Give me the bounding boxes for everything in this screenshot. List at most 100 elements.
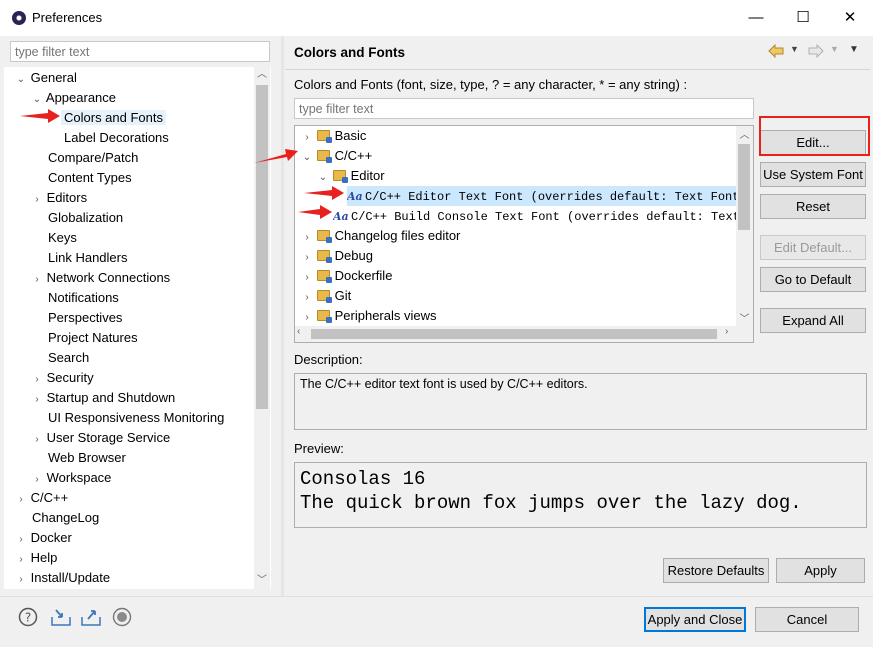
tree-item-colors-and-fonts[interactable]: Colors and Fonts [61, 108, 166, 128]
back-menu-icon[interactable]: ▼ [790, 44, 799, 54]
folder-icon [316, 130, 332, 143]
tree-item-content-types[interactable]: Content Types [48, 168, 132, 188]
chevron-right-icon[interactable]: › [301, 248, 313, 268]
edit-default-button[interactable]: Edit Default... [760, 235, 866, 260]
tree-item-changelog-editor[interactable]: › Changelog files editor [301, 226, 460, 246]
tree-item-dockerfile[interactable]: › Dockerfile [301, 266, 392, 286]
scroll-down-icon[interactable]: ﹀ [254, 573, 270, 589]
tree-item-workspace[interactable]: › Workspace [31, 468, 111, 488]
title-bar: Preferences — ☐ ✕ [0, 0, 873, 36]
tree-item-ui-responsiveness[interactable]: UI Responsiveness Monitoring [48, 408, 224, 428]
tree-item-network-connections[interactable]: › Network Connections [31, 268, 170, 288]
chevron-right-icon[interactable]: › [15, 490, 27, 510]
tree-item-globalization[interactable]: Globalization [48, 208, 123, 228]
chevron-down-icon[interactable]: ⌄ [31, 90, 43, 110]
tree-item-git[interactable]: › Git [301, 286, 351, 306]
chevron-right-icon[interactable]: › [301, 268, 313, 288]
chevron-right-icon[interactable]: › [15, 530, 27, 550]
tree-item-docker[interactable]: › Docker [15, 528, 71, 550]
chevron-right-icon[interactable]: › [301, 288, 313, 308]
tree-item-debug[interactable]: › Debug [301, 246, 373, 266]
tree-item-web-browser[interactable]: Web Browser [48, 448, 126, 468]
tree-item-startup-and-shutdown[interactable]: › Startup and Shutdown [31, 388, 175, 408]
tree-item-security[interactable]: › Security [31, 368, 93, 390]
cancel-button[interactable]: Cancel [755, 607, 859, 632]
svg-text:?: ? [25, 611, 31, 625]
chevron-right-icon[interactable]: › [15, 570, 27, 590]
scroll-up-icon[interactable]: ︿ [736, 126, 753, 141]
tree-item-appearance[interactable]: ⌄ Appearance [31, 88, 116, 108]
chevron-right-icon[interactable]: › [31, 190, 43, 210]
folder-icon [316, 270, 332, 283]
tree-item-cpp-build-console-font[interactable]: Aa C/C++ Build Console Text Font (overrid… [333, 206, 737, 226]
chevron-right-icon[interactable]: › [31, 470, 43, 490]
scroll-down-icon[interactable]: ﹀ [736, 310, 753, 325]
tree-item-compare-patch[interactable]: Compare/Patch [48, 148, 138, 168]
chevron-right-icon[interactable]: › [31, 370, 43, 390]
tree-item-peripherals-views[interactable]: › Peripherals views [301, 306, 437, 326]
chevron-right-icon[interactable]: › [31, 390, 43, 410]
folder-icon [316, 250, 332, 263]
tree-item-general[interactable]: ⌄ General [15, 68, 77, 88]
scrollbar-thumb[interactable] [738, 144, 750, 230]
eclipse-logo-icon [12, 11, 26, 25]
scrollbar-thumb[interactable] [256, 85, 268, 409]
right-tree-hscrollbar[interactable]: ‹ › [295, 326, 737, 342]
go-to-default-button[interactable]: Go to Default [760, 267, 866, 292]
tree-item-notifications[interactable]: Notifications [48, 288, 119, 308]
maximize-button[interactable]: ☐ [791, 6, 815, 30]
apply-button[interactable]: Apply [776, 558, 865, 583]
tree-item-basic[interactable]: › Basic [301, 126, 366, 146]
scroll-up-icon[interactable]: ︿ [254, 67, 270, 83]
description-label: Description: [294, 352, 363, 367]
right-filter-input[interactable] [294, 98, 754, 119]
left-filter-input[interactable] [10, 41, 270, 62]
import-icon[interactable] [50, 607, 71, 627]
tree-item-label-decorations[interactable]: Label Decorations [64, 128, 169, 148]
forward-arrow-icon[interactable] [808, 43, 824, 61]
tree-item-cpp-editor-text-font[interactable]: Aa C/C++ Editor Text Font (overrides defa… [347, 186, 737, 206]
tree-item-install-update[interactable]: › Install/Update [15, 568, 110, 588]
minimize-button[interactable]: — [744, 6, 768, 30]
scroll-right-icon[interactable]: › [725, 326, 728, 337]
chevron-right-icon[interactable]: › [31, 430, 43, 450]
tree-item-editor[interactable]: ⌄ Editor [317, 166, 385, 186]
right-tree-vscrollbar[interactable]: ︿ ﹀ [736, 126, 753, 326]
tree-item-cpp-category[interactable]: ⌄ C/C++ [301, 146, 372, 166]
export-icon[interactable] [80, 607, 101, 627]
tree-item-perspectives[interactable]: Perspectives [48, 308, 122, 328]
chevron-right-icon[interactable]: › [15, 550, 27, 570]
chevron-down-icon[interactable]: ⌄ [301, 148, 313, 168]
tree-item-help[interactable]: › Help [15, 548, 57, 568]
scrollbar-thumb[interactable] [311, 329, 717, 339]
chevron-right-icon[interactable]: › [301, 228, 313, 248]
tree-item-changelog[interactable]: ChangeLog [32, 508, 99, 528]
close-button[interactable]: ✕ [838, 6, 862, 30]
chevron-down-icon[interactable]: ⌄ [15, 70, 27, 90]
record-icon[interactable] [112, 607, 132, 627]
tree-item-editors[interactable]: › Editors [31, 188, 87, 208]
preferences-tree: ⌄ General ⌄ Appearance Colors and Fonts … [4, 67, 271, 589]
view-menu-icon[interactable]: ▼ [849, 44, 859, 55]
chevron-right-icon[interactable]: › [301, 308, 313, 328]
use-system-font-button[interactable]: Use System Font [760, 162, 866, 187]
help-icon[interactable]: ? [18, 607, 38, 627]
tree-item-keys[interactable]: Keys [48, 228, 77, 248]
back-arrow-icon[interactable] [768, 43, 784, 61]
window-title: Preferences [32, 10, 103, 25]
tree-item-user-storage[interactable]: › User Storage Service [31, 428, 170, 448]
description-box: The C/C++ editor text font is used by C/… [294, 373, 867, 430]
tree-item-project-natures[interactable]: Project Natures [48, 328, 138, 348]
tree-item-link-handlers[interactable]: Link Handlers [48, 248, 128, 268]
panel-divider[interactable] [281, 36, 284, 596]
apply-and-close-button[interactable]: Apply and Close [644, 607, 746, 632]
reset-button[interactable]: Reset [760, 194, 866, 219]
forward-menu-icon[interactable]: ▼ [830, 44, 839, 54]
restore-defaults-button[interactable]: Restore Defaults [663, 558, 769, 583]
tree-item-cpp[interactable]: › C/C++ [15, 488, 68, 508]
scroll-left-icon[interactable]: ‹ [297, 326, 300, 337]
tree-item-search[interactable]: Search [48, 348, 89, 368]
chevron-right-icon[interactable]: › [301, 128, 313, 148]
expand-all-button[interactable]: Expand All [760, 308, 866, 333]
chevron-right-icon[interactable]: › [31, 270, 43, 290]
